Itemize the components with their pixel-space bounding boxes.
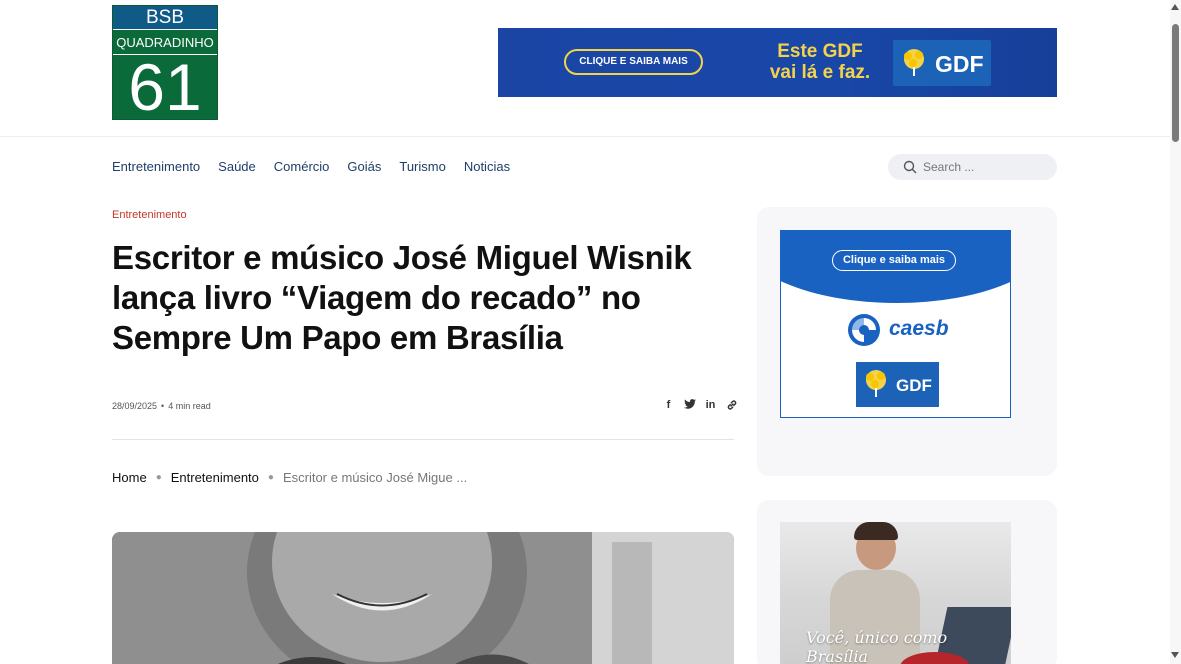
facebook-icon[interactable]: f bbox=[662, 399, 675, 412]
search-icon bbox=[903, 160, 917, 174]
nav-item-turismo[interactable]: Turismo bbox=[399, 159, 445, 174]
article-category[interactable]: Entretenimento bbox=[112, 209, 187, 221]
banner-slogan-line2: vai lá e faz. bbox=[769, 62, 871, 83]
page-scrollbar[interactable] bbox=[1170, 0, 1181, 664]
banner-slogan: Este GDF vai lá e faz. bbox=[760, 41, 880, 83]
ad-person-hair bbox=[854, 522, 898, 540]
scrollbar-thumb[interactable] bbox=[1172, 24, 1179, 142]
logo-line1: BSB bbox=[113, 6, 217, 29]
portrait-photo bbox=[112, 532, 734, 664]
breadcrumb-current: Escritor e músico José Migue ... bbox=[282, 470, 468, 485]
meta-separator: • bbox=[161, 401, 165, 411]
ipe-flower-icon bbox=[866, 370, 886, 397]
header-divider bbox=[0, 136, 1170, 137]
share-bar: f in bbox=[662, 399, 738, 412]
breadcrumb-section[interactable]: Entretenimento bbox=[171, 470, 259, 485]
caesb-logo-icon bbox=[848, 314, 880, 346]
link-icon[interactable] bbox=[725, 399, 738, 412]
breadcrumb-separator: ● bbox=[155, 472, 162, 483]
gdf-logo: GDF bbox=[856, 362, 939, 407]
search-input[interactable]: Search ... bbox=[888, 154, 1057, 180]
site-logo[interactable]: BSB QUADRADINHO 61 bbox=[112, 5, 218, 120]
search-placeholder: Search ... bbox=[923, 160, 975, 174]
breadcrumb-separator: ● bbox=[267, 472, 274, 483]
sidebar-ad-caesb[interactable]: Clique e saiba mais caesb GDF bbox=[780, 230, 1011, 418]
ad-cta-button[interactable]: Clique e saiba mais bbox=[832, 250, 956, 271]
top-banner-ad[interactable]: CLIQUE E SAIBA MAIS Este GDF vai lá e fa… bbox=[498, 28, 1057, 97]
sidebar-ad-brasilia[interactable]: Você, único como Brasília bbox=[780, 522, 1011, 664]
article-date: 28/09/2025 bbox=[112, 401, 158, 411]
breadcrumb-home[interactable]: Home bbox=[112, 470, 147, 485]
nav-item-saude[interactable]: Saúde bbox=[218, 159, 256, 174]
article-read-time: 4 min read bbox=[168, 401, 211, 411]
article-title: Escritor e músico José Miguel Wisnik lan… bbox=[112, 239, 692, 356]
logo-number: 61 bbox=[128, 50, 202, 124]
caesb-text: caesb bbox=[889, 317, 949, 340]
article-hero-image bbox=[112, 532, 734, 664]
ad-tagline: Você, único como Brasília bbox=[806, 628, 948, 664]
nav-item-goias[interactable]: Goiás bbox=[347, 159, 381, 174]
twitter-icon[interactable] bbox=[683, 399, 696, 412]
banner-slogan-line1: Este GDF bbox=[777, 41, 863, 62]
main-nav: Entretenimento Saúde Comércio Goiás Turi… bbox=[112, 159, 510, 174]
gdf-text: GDF bbox=[935, 51, 984, 77]
nav-item-noticias[interactable]: Noticias bbox=[464, 159, 510, 174]
gdf-logo: GDF bbox=[893, 40, 991, 86]
nav-item-comercio[interactable]: Comércio bbox=[274, 159, 330, 174]
ipe-flower-icon bbox=[904, 49, 924, 76]
banner-cta-button[interactable]: CLIQUE E SAIBA MAIS bbox=[564, 49, 703, 75]
scroll-up-arrow-icon[interactable] bbox=[1171, 4, 1179, 10]
scroll-down-arrow-icon[interactable] bbox=[1171, 652, 1179, 658]
linkedin-icon[interactable]: in bbox=[704, 399, 717, 412]
article-meta: 28/09/2025 • 4 min read bbox=[112, 401, 211, 411]
gdf-text: GDF bbox=[896, 376, 932, 395]
breadcrumb: Home ● Entretenimento ● Escritor e músic… bbox=[112, 470, 467, 485]
article-divider bbox=[112, 439, 734, 440]
nav-item-entretenimento[interactable]: Entretenimento bbox=[112, 159, 200, 174]
